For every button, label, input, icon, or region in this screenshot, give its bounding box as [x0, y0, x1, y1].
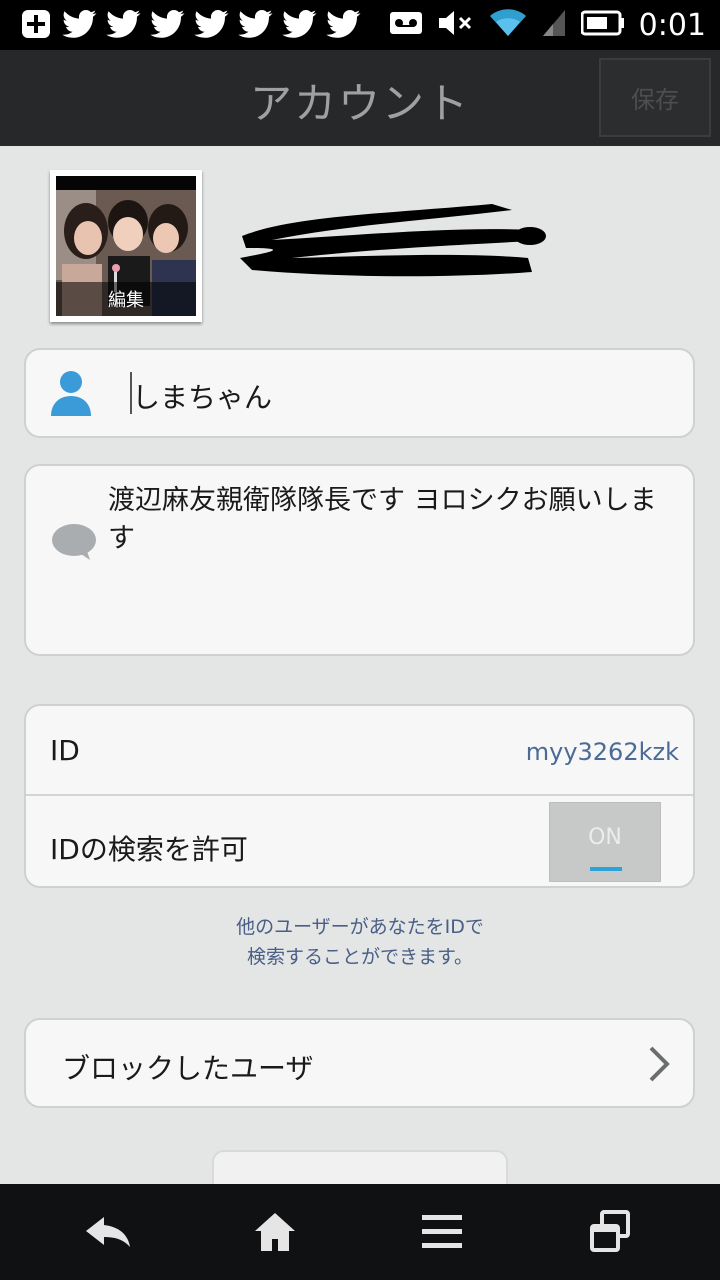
id-label: ID [50, 734, 80, 767]
person-icon [50, 370, 92, 420]
wifi-icon [489, 8, 527, 42]
name-input[interactable]: しまちゃん [132, 376, 272, 416]
toggle-state-label: ON [588, 825, 622, 850]
redacted-name [240, 204, 546, 277]
allow-id-search-toggle[interactable]: ON [549, 802, 661, 882]
status-bar: 0:01 [0, 0, 720, 50]
twitter-icon [62, 6, 98, 42]
id-row: ID myy3262kzk [26, 706, 693, 796]
recent-apps-icon[interactable] [550, 1184, 670, 1280]
allow-id-search-label: IDの検索を許可 [50, 833, 248, 866]
toggle-indicator [590, 867, 622, 871]
system-icons: 0:01 [389, 6, 706, 44]
avatar-photo: 編集 [56, 176, 196, 316]
twitter-icon [106, 6, 142, 42]
mute-icon [437, 9, 475, 41]
name-field[interactable]: しまちゃん [24, 348, 695, 438]
menu-icon[interactable] [382, 1184, 502, 1280]
blocked-users-label: ブロックしたユーザ [62, 1052, 314, 1085]
twitter-icon [150, 6, 186, 42]
blocked-users-item[interactable]: ブロックしたユーザ [24, 1018, 695, 1108]
avatar[interactable]: 編集 [50, 170, 202, 322]
id-search-hint: 他のユーザーがあなたをIDで 検索することができます。 [0, 912, 720, 972]
speech-bubble-icon [50, 522, 98, 566]
clock: 0:01 [638, 7, 706, 43]
status-message-input[interactable]: 渡辺麻友親衛隊隊長です ヨロシクお願いします [108, 482, 678, 558]
twitter-icon [282, 6, 318, 42]
notification-icons [18, 6, 362, 42]
battery-icon [580, 10, 625, 40]
voicemail-icon [389, 11, 423, 39]
back-icon[interactable] [48, 1184, 168, 1280]
twitter-icon [326, 6, 362, 42]
home-icon[interactable] [215, 1184, 335, 1280]
id-value: myy3262kzk [525, 738, 679, 766]
hint-line-1: 他のユーザーがあなたをIDで [236, 916, 484, 938]
status-message-field[interactable]: 渡辺麻友親衛隊隊長です ヨロシクお願いします [24, 464, 695, 656]
navigation-bar [0, 1184, 720, 1280]
twitter-icon [194, 6, 230, 42]
hint-line-2: 検索することができます。 [246, 946, 474, 968]
twitter-icon [238, 6, 274, 42]
app-bar: アカウント 保存 [0, 50, 720, 146]
signal-icon [541, 8, 567, 42]
save-button[interactable]: 保存 [599, 58, 711, 137]
avatar-edit-label[interactable]: 編集 [56, 282, 196, 316]
id-settings-card: ID myy3262kzk IDの検索を許可 ON [24, 704, 695, 888]
chevron-right-icon [647, 1044, 671, 1088]
add-icon [18, 6, 54, 42]
